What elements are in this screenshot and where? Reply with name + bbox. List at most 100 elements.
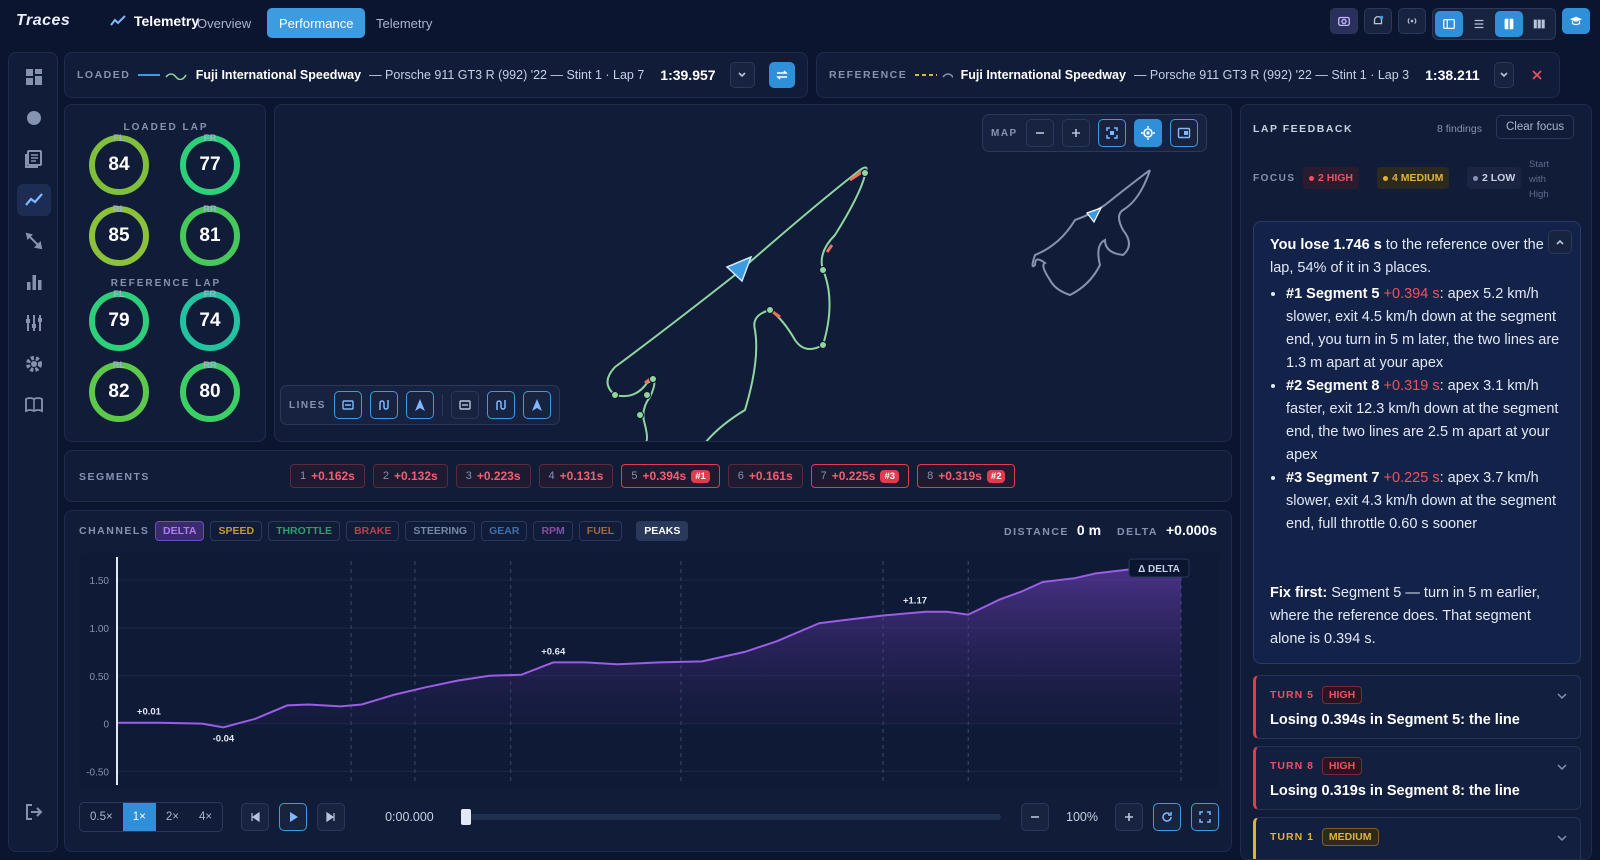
focus-low-filter[interactable]: 2 LOW bbox=[1467, 167, 1522, 189]
segment-chip-6[interactable]: 6 +0.161s bbox=[727, 464, 803, 488]
playback-scrubber[interactable] bbox=[461, 809, 1001, 825]
play-icon[interactable] bbox=[279, 803, 308, 831]
top-bar: Traces Telemetry Overview Performance Te… bbox=[0, 0, 1600, 44]
broadcast-icon[interactable] bbox=[1398, 8, 1426, 34]
chart-fit-icon[interactable] bbox=[1191, 803, 1219, 831]
skip-forward-icon[interactable] bbox=[317, 803, 346, 831]
fix-first-text: Fix first: Segment 5 — turn in 5 m earli… bbox=[1270, 585, 1540, 647]
expand-chevron-icon[interactable] bbox=[1556, 832, 1568, 844]
channel-chip-speed[interactable]: SPEED bbox=[210, 521, 263, 541]
layout-map-icon[interactable] bbox=[1435, 11, 1463, 37]
minimap-toggle-icon[interactable] bbox=[1169, 119, 1198, 147]
tab-performance[interactable]: Performance bbox=[267, 8, 366, 38]
loaded-racing-line-icon[interactable] bbox=[369, 391, 398, 419]
speed-1x[interactable]: 1× bbox=[122, 803, 156, 831]
reference-lap-label: REFERENCE LAP bbox=[110, 278, 222, 289]
close-reference-icon[interactable] bbox=[1528, 62, 1547, 88]
speed-0-5x[interactable]: 0.5× bbox=[80, 803, 123, 831]
scrubber-handle[interactable] bbox=[461, 809, 472, 825]
channel-chip-steering[interactable]: STEERING bbox=[405, 521, 476, 541]
loaded-lap-dropdown-chevron-icon[interactable] bbox=[729, 62, 756, 88]
chart-zoom-in-icon[interactable] bbox=[1115, 803, 1143, 831]
distance-value: 0 m bbox=[1076, 522, 1102, 538]
segment-chip-1[interactable]: 1 +0.162s bbox=[290, 464, 365, 488]
telemetry-nav-icon[interactable] bbox=[17, 184, 51, 216]
lap-feedback-panel: LAP FEEDBACK 8 findings Clear focus FOCU… bbox=[1240, 104, 1592, 860]
channel-chip-rpm[interactable]: RPM bbox=[533, 521, 573, 541]
channel-chip-brake[interactable]: BRAKE bbox=[346, 521, 400, 541]
y-tick-label: -0.50 bbox=[86, 767, 109, 778]
camera-icon[interactable] bbox=[1330, 8, 1358, 34]
channel-chip-fuel[interactable]: FUEL bbox=[578, 521, 623, 541]
delta-chart[interactable]: 1.50 1.00 0.50 0 -0.50 +0.01 -0.04 +0.64 +1.17 Δ … bbox=[79, 553, 1219, 789]
reference-detail: — Porsche 911 GT3 R (992) '22 — Stint 1 … bbox=[1133, 68, 1410, 82]
notification-bell-icon[interactable] bbox=[1364, 8, 1392, 34]
guide-book-icon[interactable] bbox=[17, 389, 51, 421]
clear-focus-button[interactable]: Clear focus bbox=[1496, 115, 1575, 139]
segment-chip-5[interactable]: 5 +0.394s #1 bbox=[621, 464, 720, 488]
segment-chip-2[interactable]: 2 +0.132s bbox=[372, 464, 448, 488]
finding-card-turn-1[interactable]: TURN 1 MEDIUM bbox=[1253, 817, 1581, 859]
fit-view-icon[interactable] bbox=[1097, 119, 1126, 147]
expand-chevron-icon[interactable] bbox=[1556, 761, 1568, 773]
delta-value: +0.000s bbox=[1166, 522, 1217, 538]
swap-laps-icon[interactable] bbox=[769, 62, 795, 88]
brand-logo[interactable]: Traces bbox=[16, 12, 70, 30]
bar-chart-icon[interactable] bbox=[17, 266, 51, 298]
tab-telemetry[interactable]: Telemetry bbox=[364, 8, 444, 38]
layout-columns-icon[interactable] bbox=[1525, 11, 1553, 37]
speed-selector: 0.5× 1× 2× 4× bbox=[79, 802, 224, 832]
loop-icon[interactable] bbox=[1153, 803, 1181, 831]
playback-bar: 0.5× 1× 2× 4× 0:00.000 100% bbox=[79, 795, 1219, 839]
record-icon[interactable] bbox=[17, 102, 51, 134]
segment-chip-4[interactable]: 4 +0.131s bbox=[538, 464, 614, 488]
layout-book-icon[interactable] bbox=[1495, 11, 1523, 37]
lines-label: LINES bbox=[289, 399, 326, 411]
speed-2x[interactable]: 2× bbox=[156, 803, 189, 831]
skip-back-icon[interactable] bbox=[241, 803, 270, 831]
severity-badge: MEDIUM bbox=[1321, 828, 1379, 846]
focus-high-filter[interactable]: 2 HIGH bbox=[1303, 167, 1360, 189]
focus-medium-filter[interactable]: 4 MEDIUM bbox=[1377, 167, 1450, 189]
reference-racing-line-icon[interactable] bbox=[486, 391, 515, 419]
finding-card-turn-8[interactable]: TURN 8 HIGH Losing 0.319s in Segment 8: … bbox=[1253, 746, 1581, 810]
dashboard-icon[interactable] bbox=[17, 61, 51, 93]
expand-chevron-icon[interactable] bbox=[1556, 690, 1568, 702]
reference-tyre-fl: FL 79 bbox=[88, 289, 150, 352]
layout-list-icon[interactable] bbox=[1465, 11, 1493, 37]
zoom-in-icon[interactable] bbox=[1061, 119, 1090, 147]
channel-chip-gear[interactable]: GEAR bbox=[481, 521, 528, 541]
channel-chip-peaks[interactable]: PEAKS bbox=[636, 521, 689, 541]
telemetry-icon bbox=[110, 15, 126, 26]
finding-card-turn-5[interactable]: TURN 5 HIGH Losing 0.394s in Segment 5: … bbox=[1253, 675, 1581, 739]
reference-line-toggle-icon[interactable] bbox=[450, 391, 479, 419]
channel-chip-delta[interactable]: DELTA bbox=[155, 521, 205, 541]
channel-chip-throttle[interactable]: THROTTLE bbox=[268, 521, 341, 541]
library-icon[interactable] bbox=[17, 143, 51, 175]
settings-gear-icon[interactable] bbox=[17, 348, 51, 380]
loaded-line-toggle-icon[interactable] bbox=[333, 391, 362, 419]
focus-hint: Start with High bbox=[1529, 159, 1550, 200]
reference-tyre-rr: RR 80 bbox=[179, 360, 241, 423]
chart-zoom-out-icon[interactable] bbox=[1021, 803, 1049, 831]
summary-card: You lose 1.746 s to the reference over t… bbox=[1253, 221, 1581, 664]
education-icon[interactable] bbox=[1562, 8, 1590, 34]
segment-chip-3[interactable]: 3 +0.223s bbox=[455, 464, 531, 488]
setup-sliders-icon[interactable] bbox=[17, 307, 51, 339]
track-map-panel[interactable]: MAP LINES bbox=[274, 104, 1232, 442]
reference-car-marker-icon[interactable] bbox=[522, 391, 551, 419]
severity-badge: HIGH bbox=[1321, 686, 1363, 704]
distance-label: DISTANCE bbox=[1004, 526, 1069, 538]
segment-chip-7[interactable]: 7 +0.225s #3 bbox=[810, 464, 910, 488]
tools-icon[interactable] bbox=[17, 225, 51, 257]
follow-car-icon[interactable] bbox=[1133, 119, 1162, 147]
finding-turn: TURN 1 bbox=[1270, 831, 1314, 843]
zoom-out-icon[interactable] bbox=[1025, 119, 1054, 147]
logout-icon[interactable] bbox=[17, 796, 51, 828]
segment-chip-8[interactable]: 8 +0.319s #2 bbox=[917, 464, 1016, 488]
loaded-car-marker-icon[interactable] bbox=[405, 391, 434, 419]
speed-4x[interactable]: 4× bbox=[189, 803, 222, 831]
tab-overview[interactable]: Overview bbox=[185, 8, 263, 38]
reference-lap-dropdown-chevron-icon[interactable] bbox=[1493, 62, 1514, 88]
minimap-car-marker bbox=[1086, 206, 1103, 224]
